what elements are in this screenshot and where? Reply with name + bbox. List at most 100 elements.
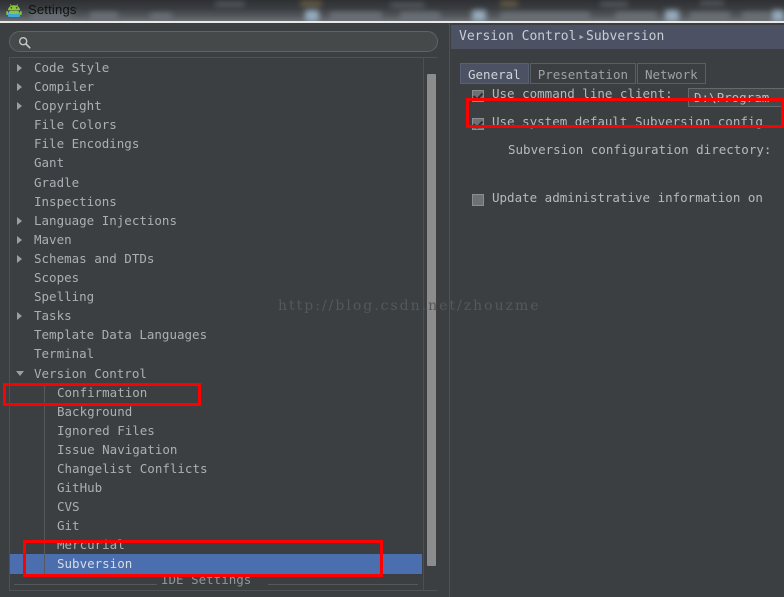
sidebar-item-tasks[interactable]: Tasks (10, 306, 422, 325)
ide-settings-separator: IDE Settings (10, 571, 422, 590)
sidebar-item-label: GitHub (57, 480, 103, 496)
sidebar-item-label: File Encodings (34, 136, 140, 152)
sidebar-item-scopes[interactable]: Scopes (10, 268, 422, 287)
row-update-admin-info: Update administrative information on (460, 189, 784, 217)
tree-indent-guide (44, 385, 45, 574)
sidebar-item-gradle[interactable]: Gradle (10, 173, 422, 192)
window-titlebar: Settings (0, 0, 784, 21)
settings-tree[interactable]: Code Style Compiler Copyright File Colors Fi… (10, 58, 422, 590)
titlebar-background-blur (0, 0, 784, 21)
row-config-directory: Subversion configuration directory: (460, 141, 784, 169)
sidebar-item-ignored-files[interactable]: Ignored Files (10, 421, 422, 440)
chevron-right-icon: ▸ (578, 30, 586, 43)
breadcrumb-current: Subversion (586, 29, 665, 44)
row-use-command-line-client: Use command line client: D:\Program (460, 85, 784, 113)
sidebar-item-label: Changelist Conflicts (57, 460, 208, 476)
sidebar-item-label: Gant (34, 155, 65, 171)
chevron-right-icon[interactable] (17, 235, 22, 244)
sidebar-item-label: Scopes (34, 270, 80, 286)
sidebar-item-label: Code Style (34, 60, 110, 75)
sidebar-item-label: Schemas and DTDs (34, 250, 155, 266)
sidebar-item-compiler[interactable]: Compiler (10, 77, 422, 96)
config-directory-label: Subversion configuration directory: (508, 142, 772, 157)
sidebar-item-label: Tasks (34, 308, 72, 324)
sidebar-item-template-data-languages[interactable]: Template Data Languages (10, 325, 422, 344)
search-box[interactable] (9, 31, 438, 52)
sidebar-item-label: Subversion (57, 556, 133, 572)
settings-left-pane: Code Style Compiler Copyright File Colors Fi… (0, 23, 448, 597)
sidebar-item-gant[interactable]: Gant (10, 153, 422, 172)
sidebar-item-label: Version Control (34, 365, 147, 381)
chevron-right-icon[interactable] (17, 216, 22, 225)
sidebar-item-label: Inspections (34, 193, 117, 209)
settings-tree-panel: Code Style Compiler Copyright File Colors Fi… (9, 57, 438, 591)
sidebar-item-label: Maven (34, 231, 72, 247)
search-icon (18, 36, 31, 49)
sidebar-item-file-colors[interactable]: File Colors (10, 115, 422, 134)
row-use-system-default-config: Use system default Subversion config (460, 113, 784, 141)
sidebar-item-maven[interactable]: Maven (10, 230, 422, 249)
sidebar-item-github[interactable]: GitHub (10, 478, 422, 497)
android-studio-icon (6, 4, 22, 17)
use-system-default-config-label: Use system default Subversion config (492, 114, 763, 129)
separator-line-left (14, 583, 157, 585)
sidebar-item-background[interactable]: Background (10, 402, 422, 421)
breadcrumb: Version Control ▸Subversion (451, 25, 784, 49)
sidebar-item-label: Compiler (34, 79, 95, 95)
sidebar-item-mercurial[interactable]: Mercurial (10, 535, 422, 554)
sidebar-item-label: Template Data Languages (34, 327, 208, 343)
sidebar-item-terminal[interactable]: Terminal (10, 344, 422, 363)
sidebar-item-label: Git (57, 518, 80, 534)
sidebar-item-changelist-conflicts[interactable]: Changelist Conflicts (10, 459, 422, 478)
chevron-right-icon[interactable] (17, 102, 22, 111)
sidebar-item-label: Spelling (34, 289, 95, 305)
use-command-line-client-label: Use command line client: (492, 86, 673, 101)
tab-general[interactable]: General (460, 63, 529, 84)
chevron-right-icon[interactable] (17, 312, 22, 321)
update-admin-info-label: Update administrative information on (492, 190, 763, 205)
settings-dialog: Code Style Compiler Copyright File Colors Fi… (0, 23, 784, 597)
chevron-right-icon[interactable] (17, 254, 22, 263)
update-admin-info-checkbox[interactable] (472, 194, 484, 206)
use-command-line-client-checkbox[interactable] (472, 90, 484, 102)
row-spacer (460, 169, 784, 189)
sidebar-item-label: Background (57, 403, 133, 419)
sidebar-item-language-injections[interactable]: Language Injections (10, 211, 422, 230)
settings-tabstrip: General Presentation Network (460, 63, 707, 84)
sidebar-item-label: Copyright (34, 98, 102, 114)
breadcrumb-parent[interactable]: Version Control (459, 29, 576, 44)
settings-right-pane: Version Control ▸Subversion General Presen… (449, 23, 784, 597)
ide-settings-label: IDE Settings (161, 571, 252, 587)
sidebar-item-label: Language Injections (34, 212, 177, 228)
use-system-default-config-checkbox[interactable] (472, 118, 484, 130)
chevron-right-icon[interactable] (17, 83, 22, 92)
pane-splitter[interactable] (440, 23, 448, 597)
sidebar-item-file-encodings[interactable]: File Encodings (10, 134, 422, 153)
sidebar-item-label: File Colors (34, 117, 117, 133)
sidebar-item-label: Gradle (34, 174, 80, 190)
sidebar-item-label: Terminal (34, 346, 95, 362)
sidebar-item-label: CVS (57, 499, 80, 515)
sidebar-item-label: Mercurial (57, 537, 125, 553)
tree-scrollbar-thumb[interactable] (427, 74, 436, 566)
sidebar-item-confirmation[interactable]: Confirmation (10, 383, 422, 402)
tab-presentation[interactable]: Presentation (529, 63, 636, 84)
sidebar-item-inspections[interactable]: Inspections (10, 192, 422, 211)
sidebar-item-spelling[interactable]: Spelling (10, 287, 422, 306)
sidebar-item-version-control[interactable]: Version Control (10, 364, 422, 383)
separator-line-right (268, 583, 418, 585)
sidebar-item-code-style[interactable]: Code Style (10, 58, 422, 77)
sidebar-item-git[interactable]: Git (10, 516, 422, 535)
sidebar-item-label: Issue Navigation (57, 441, 178, 457)
sidebar-item-schemas-and-dtds[interactable]: Schemas and DTDs (10, 249, 422, 268)
tab-network[interactable]: Network (637, 63, 706, 84)
sidebar-item-issue-navigation[interactable]: Issue Navigation (10, 440, 422, 459)
chevron-down-icon[interactable] (16, 370, 24, 376)
subversion-general-panel: Use command line client: D:\Program Use … (460, 85, 784, 590)
command-line-client-path-field[interactable]: D:\Program (688, 88, 784, 107)
sidebar-item-copyright[interactable]: Copyright (10, 96, 422, 115)
chevron-right-icon[interactable] (17, 64, 22, 72)
search-input[interactable] (36, 34, 430, 52)
sidebar-item-label: Confirmation (57, 384, 148, 400)
sidebar-item-cvs[interactable]: CVS (10, 497, 422, 516)
